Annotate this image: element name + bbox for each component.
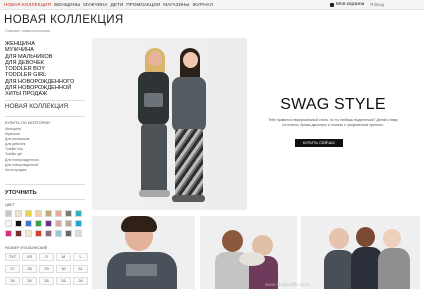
shop-now-button[interactable]: КУПИТЬ СЕЙЧАС: [295, 139, 343, 147]
sidebar-divider: [5, 184, 85, 185]
size-option[interactable]: 26: [39, 277, 54, 285]
cart-button[interactable]: Моя корзина: [330, 1, 364, 9]
color-swatch[interactable]: [5, 220, 12, 227]
filter-item[interactable]: Для новорожденной: [5, 163, 39, 168]
size-option[interactable]: M: [56, 253, 71, 261]
sidebar-divider: [5, 100, 85, 101]
size-option[interactable]: 29: [39, 265, 54, 273]
color-swatch[interactable]: [45, 220, 52, 227]
model-face: [148, 51, 162, 66]
hero-description: Тебе нравится неформальный стиль, но ты …: [268, 118, 398, 127]
menu-item-women[interactable]: Женщины: [54, 1, 80, 9]
size-options: TXT XS S M L 27 28 29 30 31 26 26 26 26 …: [5, 253, 95, 285]
cart-label: Моя корзина: [336, 2, 365, 7]
color-swatch[interactable]: [55, 210, 62, 217]
child-face: [222, 230, 243, 252]
color-filter-label: ЦВЕТ: [5, 203, 15, 207]
color-swatch[interactable]: [15, 230, 22, 237]
top-navigation-bar: Новая коллекция Женщины Мужчина Дети Про…: [0, 0, 424, 10]
main-menu: Новая коллекция Женщины Мужчина Дети Про…: [4, 1, 213, 9]
color-swatch[interactable]: [75, 210, 82, 217]
menu-item-kids[interactable]: Дети: [111, 1, 124, 9]
shirt-print: [144, 93, 163, 107]
child-face: [383, 229, 401, 248]
size-option[interactable]: L: [73, 253, 88, 261]
color-swatch[interactable]: [5, 210, 12, 217]
size-option[interactable]: 26: [5, 277, 20, 285]
cart-icon: [330, 3, 334, 7]
color-swatch[interactable]: [15, 210, 22, 217]
hero-model-photo: [92, 38, 247, 210]
hero-title: SWAG STYLE: [280, 96, 386, 113]
category-link-bestsellers[interactable]: Хиты продаж: [5, 91, 89, 97]
sidebar-divider: [5, 116, 85, 117]
filter-header: КУПИТЬ ПО КАТЕГОРИИ: [5, 121, 50, 125]
product-tile[interactable]: [200, 216, 297, 289]
size-option[interactable]: 27: [5, 265, 20, 273]
size-option[interactable]: 30: [56, 265, 71, 273]
child-shirt: [378, 248, 410, 289]
menu-item-men[interactable]: Мужчина: [83, 1, 107, 9]
menu-item-magazine[interactable]: Журнал: [193, 1, 213, 9]
menu-item-promotions[interactable]: Промоакции: [126, 1, 160, 9]
color-swatch[interactable]: [65, 230, 72, 237]
shirt-print: [126, 264, 157, 276]
page-title: НОВАЯ КОЛЛЕКЦИЯ: [4, 14, 124, 26]
color-swatch[interactable]: [25, 210, 32, 217]
color-swatch[interactable]: [55, 230, 62, 237]
child-face: [329, 228, 349, 249]
size-filter-label: РАЗМЕР ИТАЛЬЯНСКИЙ: [5, 246, 48, 250]
breadcrumb[interactable]: Главная \ новая коллекция: [5, 29, 50, 33]
color-swatch[interactable]: [45, 230, 52, 237]
color-swatch[interactable]: [5, 230, 12, 237]
size-option[interactable]: 26: [56, 277, 71, 285]
size-option[interactable]: 26: [22, 277, 37, 285]
category-filter-list: Женщина Мужчина Для мальчиков Для девоче…: [5, 127, 39, 173]
color-swatch[interactable]: [35, 230, 42, 237]
login-link[interactable]: Я Вход: [370, 1, 384, 9]
size-option[interactable]: 28: [22, 265, 37, 273]
model-leggings: [141, 124, 167, 194]
size-option[interactable]: XS: [22, 253, 37, 261]
color-swatch[interactable]: [75, 230, 82, 237]
sidebar-section-title: НОВАЯ КОЛЛЕКЦИЯ: [5, 103, 69, 110]
color-swatch[interactable]: [55, 220, 62, 227]
model-hair: [121, 216, 157, 232]
model-printed-leggings: [175, 129, 203, 199]
size-option[interactable]: TXT: [5, 253, 20, 261]
refine-title: УТОЧНИТЬ: [5, 190, 37, 196]
size-option[interactable]: 31: [73, 265, 88, 273]
product-tile[interactable]: [92, 216, 195, 289]
model-shoes: [139, 190, 170, 197]
color-swatch[interactable]: [25, 230, 32, 237]
menu-item-new-collection[interactable]: Новая коллекция: [4, 1, 51, 9]
color-swatch[interactable]: [25, 220, 32, 227]
color-swatch[interactable]: [65, 210, 72, 217]
color-swatch[interactable]: [45, 210, 52, 217]
child-face: [356, 227, 375, 247]
model-shoes: [172, 195, 205, 202]
color-swatch-grid: [5, 210, 90, 237]
hero-banner[interactable]: SWAG STYLE Тебе нравится неформальный ст…: [92, 38, 420, 210]
color-swatch[interactable]: [75, 220, 82, 227]
size-option[interactable]: S: [39, 253, 54, 261]
filter-item[interactable]: Для новорожденного: [5, 158, 39, 163]
size-option[interactable]: 26: [73, 277, 88, 285]
color-swatch[interactable]: [15, 220, 22, 227]
watermark: www.shopsofficial.ru: [265, 282, 310, 287]
category-list: Женщина Мужчина Для мальчиков Для девоче…: [5, 41, 89, 98]
product-tile[interactable]: [301, 216, 420, 289]
color-swatch[interactable]: [35, 210, 42, 217]
sidebar-divider: [5, 199, 85, 200]
model-dress: [172, 77, 206, 132]
dog-shape: [239, 252, 265, 266]
color-swatch[interactable]: [65, 220, 72, 227]
filter-item[interactable]: Хиты продаж: [5, 168, 39, 173]
color-swatch[interactable]: [35, 220, 42, 227]
menu-item-stores[interactable]: Магазины: [163, 1, 189, 9]
model-face: [183, 52, 198, 68]
